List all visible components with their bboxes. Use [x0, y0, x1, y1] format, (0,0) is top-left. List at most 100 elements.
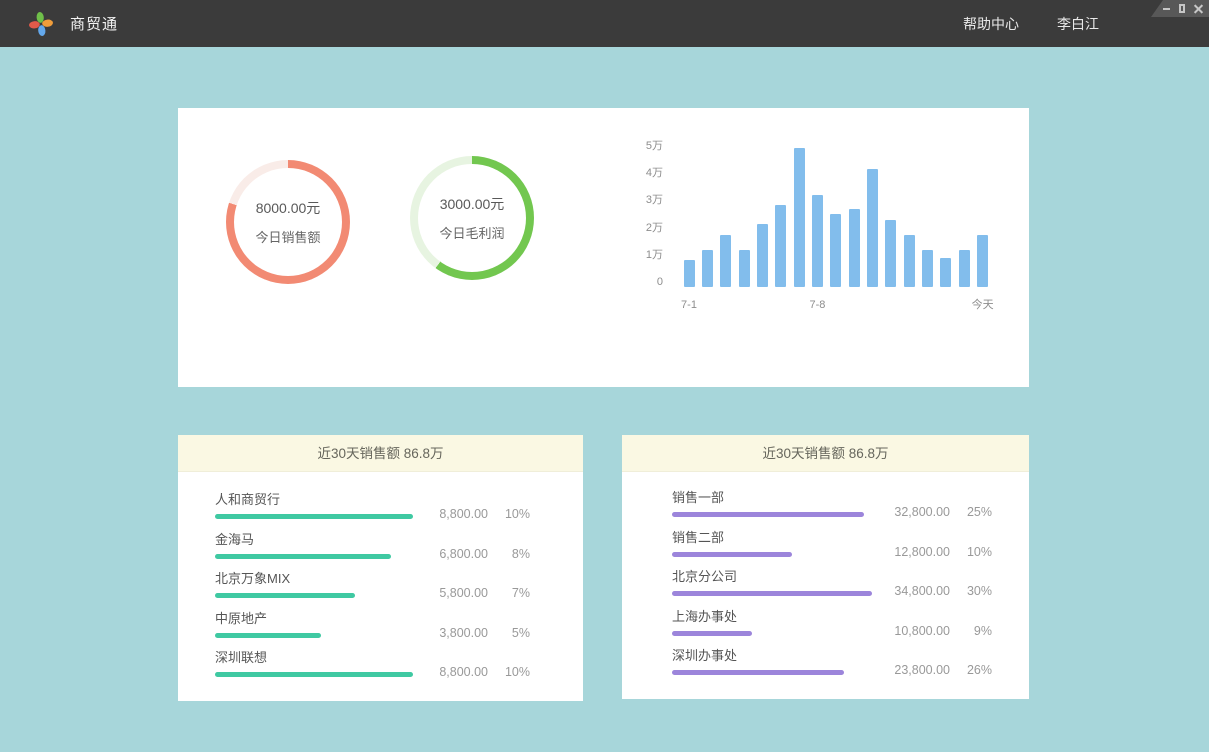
today-profit-value: 3000.00元 [440, 194, 505, 214]
rank-value: 12,800.00 10% [894, 545, 992, 559]
rank-amount: 6,800.00 [439, 547, 488, 561]
y-axis-tick-label: 3万 [621, 193, 663, 207]
title-bar: 商贸通 帮助中心 李白江 [0, 0, 1209, 47]
rank-progress-bar [215, 554, 415, 559]
rank-name: 北京分公司 [672, 569, 992, 585]
rank-row: 销售二部 12,800.00 10% [672, 530, 992, 570]
rank-progress-bar [672, 512, 872, 517]
rank-value: 8,800.00 10% [439, 507, 530, 521]
rank-percent: 8% [488, 547, 530, 561]
y-axis-tick-label: 4万 [621, 166, 663, 180]
rank-value: 6,800.00 8% [439, 547, 530, 561]
today-profit-label: 今日毛利润 [439, 223, 504, 242]
today-summary-card: 8000.00元 今日销售额 30天最高：10,000.00元 3000.00元… [178, 108, 1029, 387]
department-rank-card: 近30天销售额 86.8万 销售一部 32,800.00 25%销售二部 12,… [622, 435, 1029, 699]
rank-value: 34,800.00 30% [894, 584, 992, 598]
rank-name: 北京万象MIX [215, 571, 530, 587]
minimize-icon[interactable] [1163, 4, 1170, 13]
rank-progress-fill [215, 514, 413, 519]
rank-progress-fill [672, 512, 864, 517]
rank-value: 5,800.00 7% [439, 586, 530, 600]
rank-percent: 26% [950, 663, 992, 677]
help-center-link[interactable]: 帮助中心 [963, 14, 1019, 34]
sales-bar [775, 205, 786, 287]
today-sales-donut: 8000.00元 今日销售额 [226, 160, 350, 284]
rank-row: 中原地产 3,800.00 5% [215, 611, 530, 651]
close-icon[interactable] [1194, 4, 1201, 13]
sales-bar [940, 258, 951, 287]
rank-name: 深圳办事处 [672, 648, 992, 664]
y-axis-tick-label: 1万 [621, 248, 663, 262]
rank-name: 中原地产 [215, 611, 530, 627]
y-axis-tick-label: 5万 [621, 139, 663, 153]
sales-bar [922, 250, 933, 287]
app-title: 商贸通 [70, 13, 118, 34]
sales-bar [959, 250, 970, 287]
rank-progress-bar [215, 672, 415, 677]
sales-bar [757, 224, 768, 287]
rank-row: 上海办事处 10,800.00 9% [672, 609, 992, 649]
x-axis-tick-label: 7-8 [787, 298, 847, 312]
sales-bar [830, 214, 841, 287]
rank-value: 3,800.00 5% [439, 626, 530, 640]
rank-progress-fill [215, 633, 321, 638]
rank-progress-bar [672, 552, 872, 557]
x-axis-tick-label: 7-1 [659, 298, 719, 312]
rank-amount: 10,800.00 [894, 624, 950, 638]
rank-name: 上海办事处 [672, 609, 992, 625]
user-name-menu[interactable]: 李白江 [1057, 14, 1099, 34]
today-sales-label: 今日销售额 [255, 227, 320, 246]
rank-name: 销售二部 [672, 530, 992, 546]
rank-amount: 8,800.00 [439, 507, 488, 521]
rank-percent: 9% [950, 624, 992, 638]
customer-rank-header: 近30天销售额 86.8万 [178, 435, 583, 472]
rank-name: 金海马 [215, 532, 530, 548]
sales-bar [702, 250, 713, 287]
rank-amount: 34,800.00 [894, 584, 950, 598]
sales-bar [794, 148, 805, 287]
rank-percent: 30% [950, 584, 992, 598]
rank-name: 人和商贸行 [215, 492, 530, 508]
rank-value: 8,800.00 10% [439, 665, 530, 679]
rank-amount: 8,800.00 [439, 665, 488, 679]
rank-amount: 3,800.00 [439, 626, 488, 640]
department-rank-header: 近30天销售额 86.8万 [622, 435, 1029, 472]
rank-progress-fill [215, 554, 391, 559]
rank-progress-fill [215, 672, 413, 677]
sales-bar [720, 235, 731, 287]
customer-rank-list: 人和商贸行 8,800.00 10%金海马 6,800.00 8%北京万象MIX… [178, 472, 583, 690]
department-rank-list: 销售一部 32,800.00 25%销售二部 12,800.00 10%北京分公… [622, 472, 1029, 688]
rank-row: 深圳联想 8,800.00 10% [215, 650, 530, 690]
rank-row: 人和商贸行 8,800.00 10% [215, 492, 530, 532]
rank-progress-fill [672, 591, 872, 596]
rank-progress-bar [672, 670, 872, 675]
sales-bar [812, 195, 823, 287]
sales-bar [739, 250, 750, 287]
rank-amount: 23,800.00 [894, 663, 950, 677]
rank-amount: 32,800.00 [894, 505, 950, 519]
rank-progress-fill [672, 631, 752, 636]
rank-row: 金海马 6,800.00 8% [215, 532, 530, 572]
rank-row: 北京万象MIX 5,800.00 7% [215, 571, 530, 611]
x-axis-tick-label: 今天 [953, 298, 1013, 312]
rank-value: 23,800.00 26% [894, 663, 992, 677]
maximize-icon[interactable] [1179, 4, 1186, 13]
sales-bar [867, 169, 878, 287]
today-sales-value: 8000.00元 [256, 198, 321, 218]
app-logo-pinwheel-icon [28, 11, 54, 37]
sales-bar [977, 235, 988, 287]
sales-bar [684, 260, 695, 287]
rank-progress-fill [672, 552, 792, 557]
rank-row: 深圳办事处 23,800.00 26% [672, 648, 992, 688]
rank-value: 32,800.00 25% [894, 505, 992, 519]
sales-bar [849, 209, 860, 287]
rank-percent: 10% [950, 545, 992, 559]
rank-percent: 10% [488, 507, 530, 521]
sales-bar [904, 235, 915, 287]
customer-rank-card: 近30天销售额 86.8万 人和商贸行 8,800.00 10%金海马 6,80… [178, 435, 583, 701]
y-axis-tick-label: 0 [621, 275, 663, 289]
y-axis-tick-label: 2万 [621, 221, 663, 235]
rank-progress-bar [215, 514, 415, 519]
rank-progress-bar [215, 633, 415, 638]
rank-percent: 25% [950, 505, 992, 519]
